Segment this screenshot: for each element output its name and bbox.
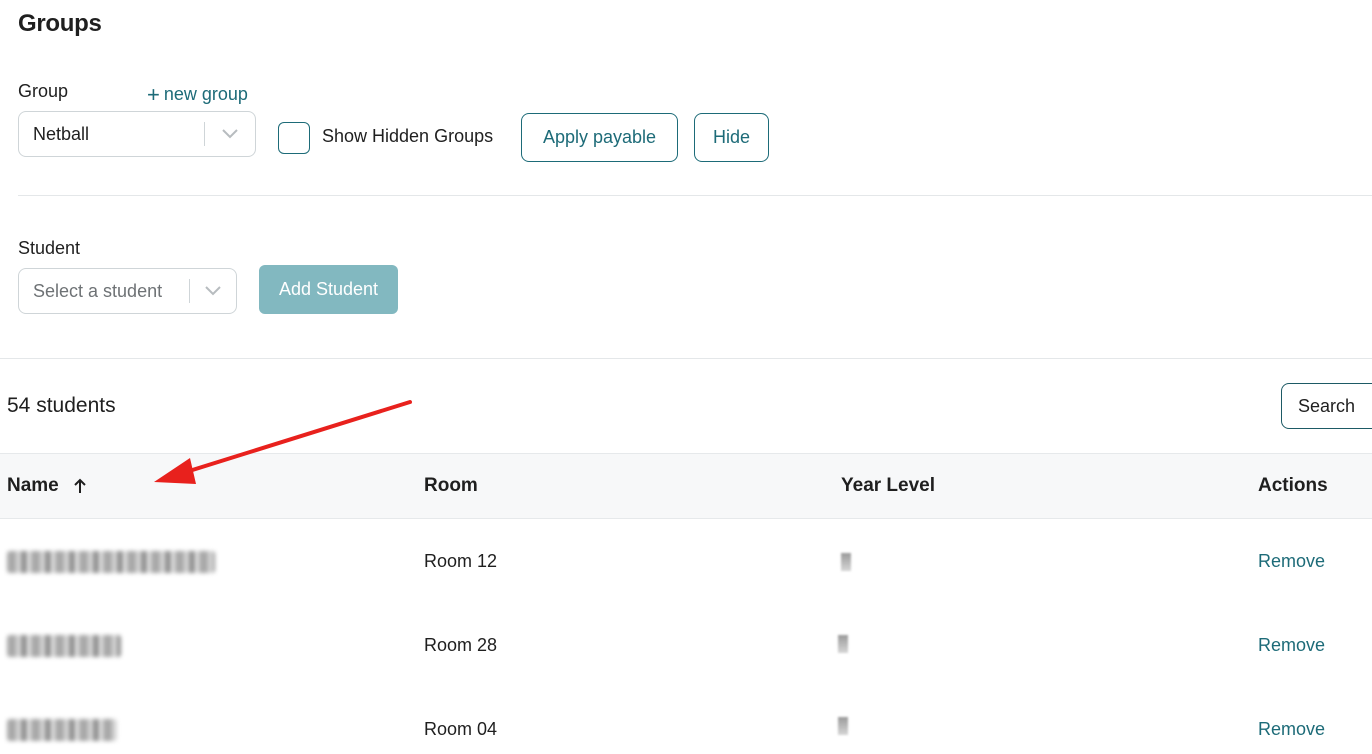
show-hidden-groups-label: Show Hidden Groups [322,126,494,146]
show-hidden-groups-checkbox[interactable] [278,122,310,154]
hide-button[interactable]: Hide [694,113,769,162]
page-title: Groups [18,10,102,37]
new-group-link[interactable]: + new group [147,81,248,107]
group-select-value: Netball [33,123,90,144]
table-header: Name Room Year Level Actions [0,453,1372,519]
student-select-placeholder: Select a student [33,280,163,301]
remove-link[interactable]: Remove [1258,719,1325,740]
column-header-room[interactable]: Room [424,475,478,497]
redacted-year-level [838,717,848,735]
remove-link[interactable]: Remove [1258,551,1325,572]
column-header-name[interactable]: Name [7,475,87,497]
add-student-button[interactable]: Add Student [259,265,398,314]
section-divider [0,358,1372,359]
sort-ascending-icon [73,478,87,494]
student-count: 54 students [7,394,116,417]
column-header-year-level[interactable]: Year Level [841,475,935,497]
section-divider [18,195,1372,196]
group-label: Group [18,81,69,101]
redacted-year-level [838,635,848,653]
group-select[interactable]: Netball [18,111,256,157]
redacted-student-name [7,635,121,657]
room-cell: Room 12 [424,551,498,571]
student-select[interactable]: Select a student [18,268,237,314]
search-button[interactable]: Search [1281,383,1372,429]
redacted-year-level [841,553,851,571]
column-header-actions: Actions [1258,475,1328,496]
chevron-down-icon [190,285,236,297]
student-label: Student [18,238,81,258]
table-row: Room 12 Remove [0,520,1372,604]
redacted-student-name [7,551,215,573]
new-group-label: new group [163,84,248,104]
column-header-name-label: Name [7,475,59,496]
redacted-student-name [7,719,117,741]
table-row: Room 28 Remove [0,604,1372,688]
room-cell: Room 28 [424,635,498,655]
remove-link[interactable]: Remove [1258,635,1325,656]
room-cell: Room 04 [424,719,498,739]
chevron-down-icon [205,128,255,140]
table-row: Room 04 Remove [0,688,1372,754]
apply-payable-button[interactable]: Apply payable [521,113,678,162]
plus-icon: + [147,81,160,107]
